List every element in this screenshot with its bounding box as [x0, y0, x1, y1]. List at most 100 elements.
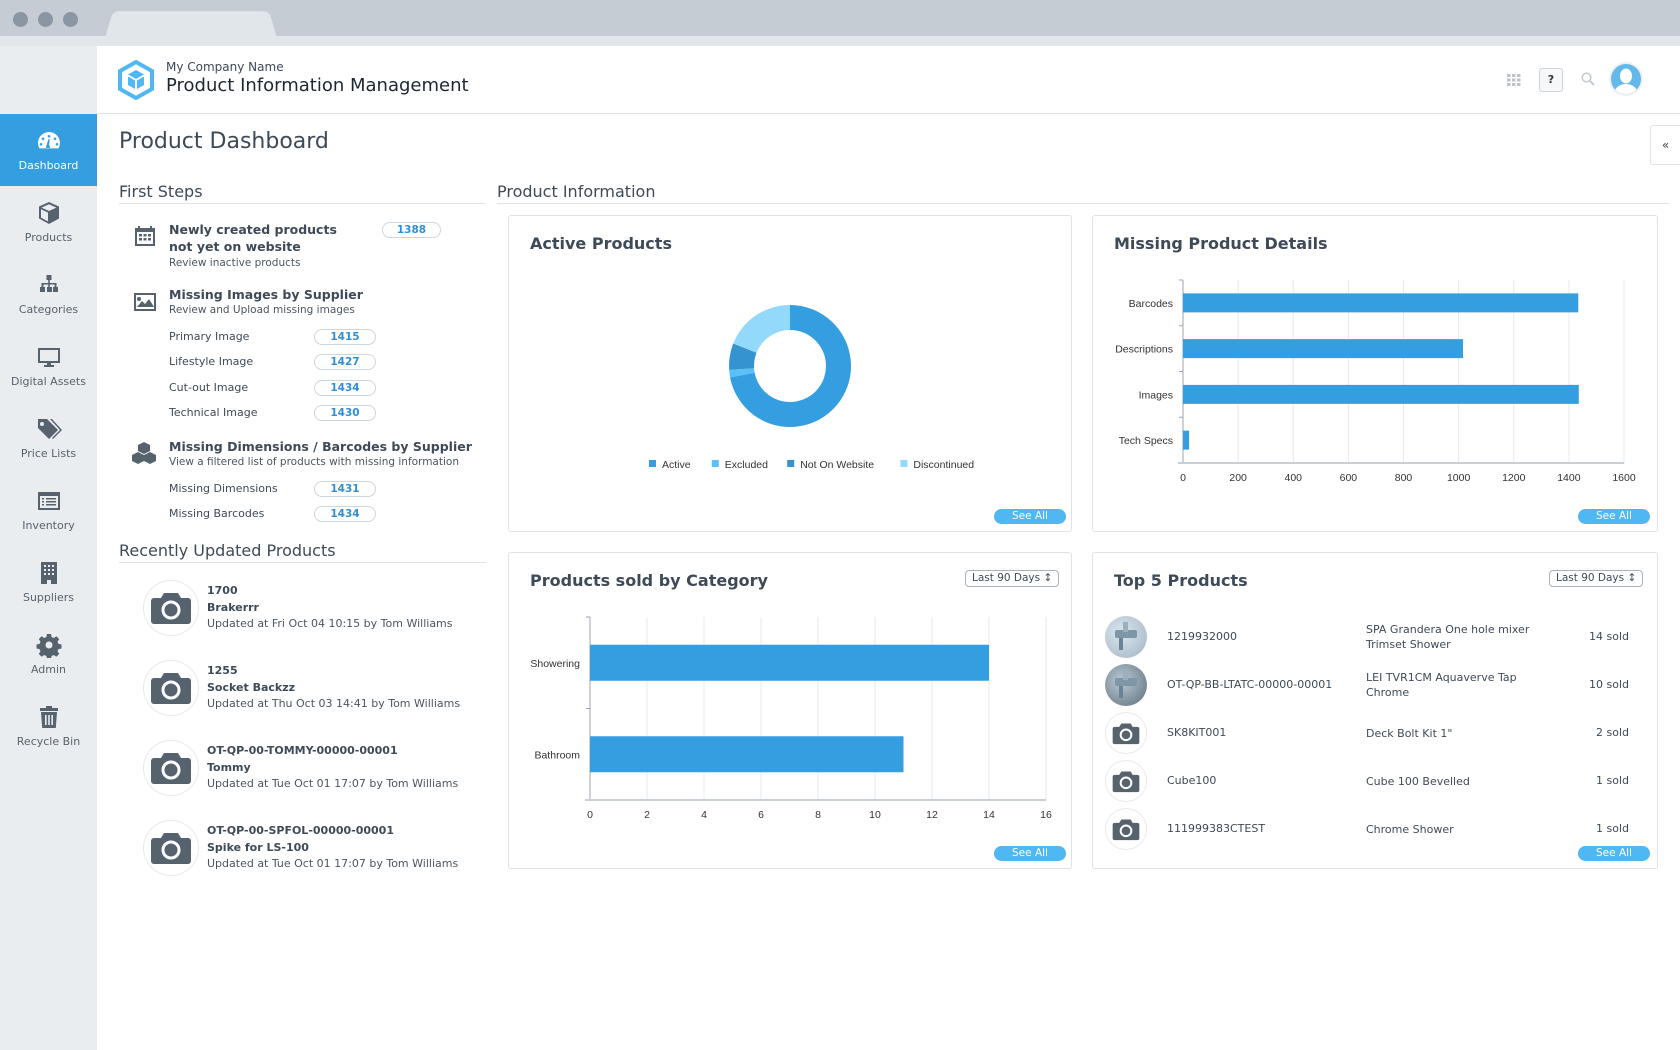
collapse-panel-button[interactable]: «: [1650, 125, 1680, 165]
cutout-image-count[interactable]: 1434: [314, 380, 376, 396]
new-products-count[interactable]: 1388: [382, 222, 441, 238]
y-category-label: Tech Specs: [1119, 435, 1173, 447]
sidebar-item-dashboard[interactable]: Dashboard: [0, 114, 97, 186]
missing-images-subtitle: Review and Upload missing images: [169, 304, 355, 316]
app-header: My Company Name Product Information Mana…: [97, 46, 1680, 114]
top-product-sku[interactable]: Cube100: [1167, 774, 1216, 787]
new-products-subtitle: Review inactive products: [169, 257, 301, 269]
x-tick-label: 1200: [1502, 472, 1526, 484]
monitor-icon: [37, 348, 60, 367]
legend-label: Discontinued: [913, 459, 974, 471]
product-thumbnail[interactable]: [143, 660, 199, 716]
user-silhouette-icon: [1614, 68, 1638, 94]
user-avatar[interactable]: [1609, 62, 1643, 96]
x-tick-label: 14: [983, 809, 995, 821]
first-steps-heading: First Steps: [119, 182, 486, 204]
recent-product-name[interactable]: Socket Backzz: [207, 681, 295, 694]
top-product-name: Chrome Shower: [1366, 823, 1454, 836]
top-product-sku[interactable]: 111999383CTEST: [1167, 822, 1265, 835]
window-close-dot[interactable]: [13, 12, 28, 27]
bar-barcodes: [1183, 293, 1579, 313]
recent-product-name[interactable]: Spike for LS-100: [207, 841, 309, 854]
image-icon: [134, 293, 156, 311]
missing-dims-subtitle: View a filtered list of products with mi…: [169, 456, 459, 468]
sidebar-item-price-lists[interactable]: Price Lists: [0, 402, 97, 474]
sidebar-item-inventory[interactable]: Inventory: [0, 474, 97, 546]
recent-product-sku[interactable]: 1255: [207, 664, 238, 677]
missing-details-card: Missing Product Details 0 200 400 600 800 100…: [1092, 215, 1658, 532]
date-range-value: Last 90 Days: [1556, 572, 1625, 584]
camera-icon: [1112, 819, 1140, 840]
select-arrows-icon: ↕: [1627, 572, 1637, 584]
technical-image-count[interactable]: 1430: [314, 405, 376, 421]
apps-grid-icon[interactable]: [1507, 74, 1521, 86]
x-tick-label: 800: [1395, 472, 1413, 484]
product-thumbnail[interactable]: [1105, 712, 1147, 754]
sidebar-item-recycle-bin[interactable]: Recycle Bin: [0, 690, 97, 762]
window-minimize-dot[interactable]: [38, 12, 53, 27]
primary-image-label: Primary Image: [169, 330, 250, 343]
date-range-select[interactable]: Last 90 Days ↕: [1549, 570, 1644, 587]
x-tick-label: 6: [758, 809, 764, 821]
top-product-name: LEI TVR1CM Aquaverve Tap Chrome: [1366, 671, 1517, 699]
sidebar-item-suppliers[interactable]: Suppliers: [0, 546, 97, 618]
missing-images-title[interactable]: Missing Images by Supplier: [169, 286, 363, 303]
bar-showering: [590, 644, 989, 681]
product-thumbnail[interactable]: [1105, 760, 1147, 802]
missing-barcodes-count[interactable]: 1434: [314, 506, 376, 522]
lifestyle-image-count[interactable]: 1427: [314, 354, 376, 370]
product-thumbnail[interactable]: [143, 740, 199, 796]
product-photo[interactable]: [1105, 616, 1147, 658]
missing-dimensions-count[interactable]: 1431: [314, 481, 376, 497]
top-product-name: SPA Grandera One hole mixer Trimset Show…: [1366, 623, 1530, 651]
product-thumbnail[interactable]: [1105, 808, 1147, 850]
see-all-button[interactable]: See All: [1578, 846, 1650, 861]
top-product-sold: 1 sold: [1596, 822, 1629, 835]
new-products-title-line1[interactable]: Newly created products: [169, 221, 337, 238]
camera-icon: [151, 673, 191, 704]
recent-product-sku[interactable]: 1700: [207, 584, 238, 597]
x-tick-label: 0: [1180, 472, 1186, 484]
sidebar-item-products[interactable]: Products: [0, 186, 97, 258]
product-thumbnail[interactable]: [143, 580, 199, 636]
camera-icon: [151, 593, 191, 624]
x-tick-label: 400: [1284, 472, 1302, 484]
recent-product-updated: Updated at Thu Oct 03 14:41 by Tom Willi…: [207, 697, 461, 710]
recent-product-sku[interactable]: OT-QP-00-SPFOL-00000-00001: [207, 824, 394, 837]
see-all-button[interactable]: See All: [994, 846, 1066, 861]
help-button[interactable]: ?: [1539, 68, 1563, 92]
recent-product-sku[interactable]: OT-QP-00-TOMMY-00000-00001: [207, 744, 398, 757]
see-all-button[interactable]: See All: [994, 509, 1066, 524]
missing-barcodes-label: Missing Barcodes: [169, 507, 265, 520]
new-products-title-line2[interactable]: not yet on website: [169, 238, 301, 255]
top-product-sku[interactable]: OT-QP-BB-LTATC-00000-00001: [1167, 678, 1332, 691]
tags-icon: [37, 419, 62, 439]
x-tick-label: 2: [644, 809, 650, 821]
recent-heading: Recently Updated Products: [119, 541, 486, 563]
sidebar-item-label: Products: [24, 231, 73, 244]
sidebar-item-admin[interactable]: Admin: [0, 618, 97, 690]
recent-product-name[interactable]: Tommy: [207, 761, 251, 774]
sidebar-item-categories[interactable]: Categories: [0, 258, 97, 330]
sidebar-item-label: Inventory: [22, 519, 75, 532]
missing-dims-title[interactable]: Missing Dimensions / Barcodes by Supplie…: [169, 438, 472, 455]
app-logo-icon[interactable]: [117, 60, 155, 100]
y-category-label: Showering: [530, 658, 580, 670]
top-product-sold: 1 sold: [1596, 774, 1629, 787]
recent-product-name[interactable]: Brakerrr: [207, 601, 259, 614]
legend-swatch: [787, 460, 795, 467]
top-product-sku[interactable]: SK8KIT001: [1167, 726, 1226, 739]
cubes-icon: [132, 442, 156, 464]
product-photo[interactable]: [1105, 664, 1147, 706]
top-product-sold: 2 sold: [1596, 726, 1629, 739]
primary-image-count[interactable]: 1415: [314, 329, 376, 345]
x-tick-label: 16: [1040, 809, 1052, 821]
building-icon: [40, 562, 57, 584]
product-thumbnail[interactable]: [143, 820, 199, 876]
search-icon[interactable]: [1581, 72, 1595, 86]
top-product-sku[interactable]: 1219932000: [1167, 630, 1237, 643]
window-maximize-dot[interactable]: [63, 12, 78, 27]
camera-icon: [151, 833, 191, 864]
see-all-button[interactable]: See All: [1578, 509, 1650, 524]
sidebar-item-digital-assets[interactable]: Digital Assets: [0, 330, 97, 402]
